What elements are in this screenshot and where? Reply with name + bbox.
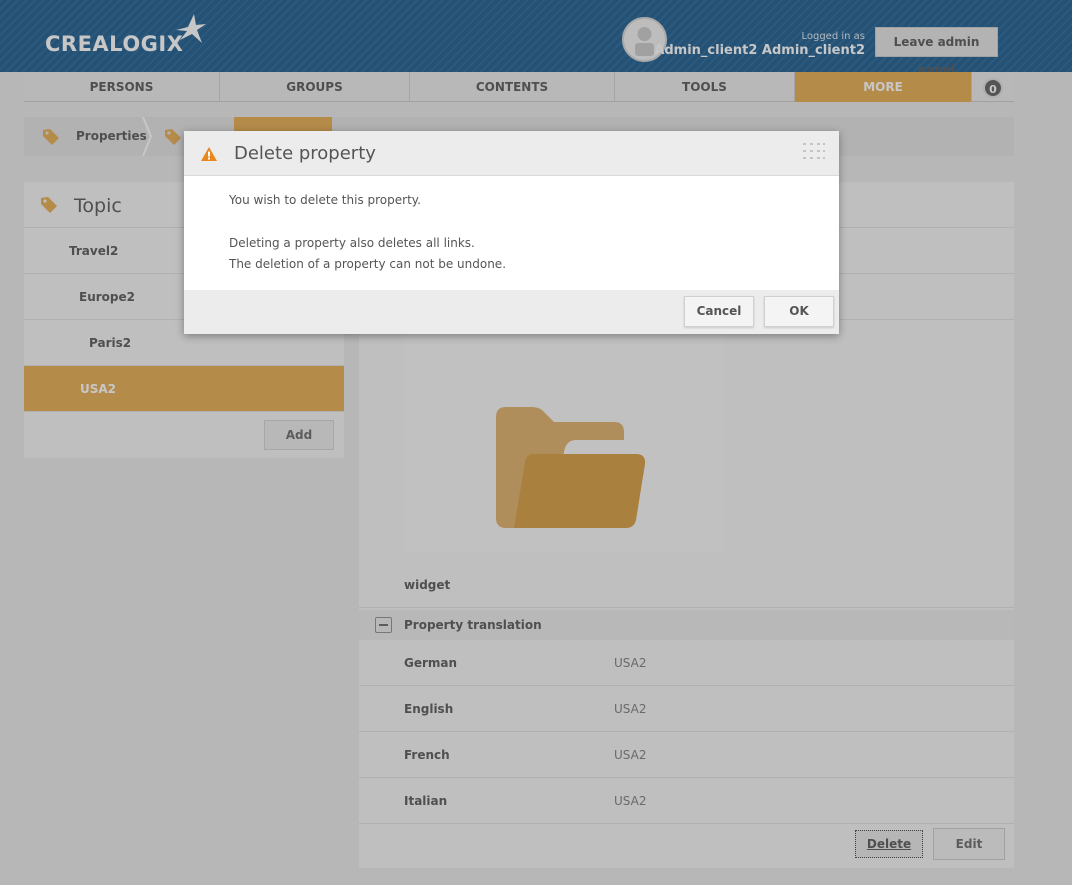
delete-property-dialog: Delete property You wish to delete this …: [184, 131, 839, 334]
dialog-title: Delete property: [234, 143, 376, 164]
dialog-message: The deletion of a property can not be un…: [229, 257, 507, 271]
dialog-message: Deleting a property also deletes all lin…: [229, 236, 475, 250]
drag-handle-icon[interactable]: [802, 142, 826, 164]
warning-icon: [201, 147, 217, 161]
dialog-footer: Cancel OK: [184, 290, 839, 334]
dialog-message: You wish to delete this property.: [229, 193, 421, 207]
dialog-body: You wish to delete this property. Deleti…: [184, 176, 839, 290]
ok-button[interactable]: OK: [764, 296, 834, 327]
dialog-header[interactable]: Delete property: [184, 131, 839, 176]
cancel-button[interactable]: Cancel: [684, 296, 754, 327]
